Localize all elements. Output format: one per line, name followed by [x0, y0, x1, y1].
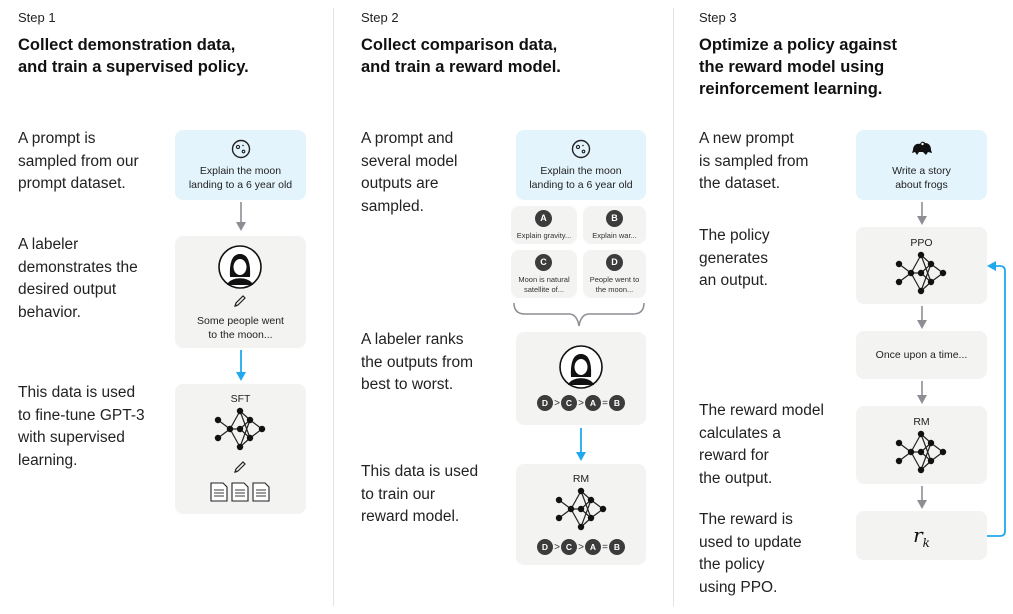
output-box-b: B Explain war... [583, 206, 646, 244]
step3-output-box: Once upon a time... [856, 331, 987, 379]
output-box-c: C Moon is natural satellite of... [511, 250, 577, 298]
rank-operator: > [554, 541, 560, 553]
neural-network-icon [214, 407, 266, 451]
rank-badge: D [537, 395, 553, 411]
step3-prompt-box: Write a story about frogs [856, 130, 987, 200]
rank-badge: B [609, 539, 625, 555]
rank-badge: A [585, 539, 601, 555]
step2-desc-sampled: A prompt and several model outputs are s… [361, 130, 458, 215]
step1-desc-labeler: A labeler demonstrates the desired outpu… [18, 236, 138, 321]
rank-badge: C [561, 395, 577, 411]
step1-demo-text: Some people went to the moon... [197, 315, 284, 341]
step2-arrow [576, 428, 586, 461]
step3-rm-box: RM [856, 406, 987, 484]
step3-arrow-3 [917, 381, 927, 404]
step1-desc-finetune: This data is used to fine-tune GPT-3 wit… [18, 384, 145, 469]
step1-sft-box: SFT [175, 384, 306, 514]
output-badge: B [606, 210, 623, 227]
step1-arrow-1 [236, 202, 246, 231]
reward-r: r [913, 523, 923, 547]
step1-prompt-text: Explain the moon landing to a 6 year old [188, 165, 293, 191]
rank-operator: > [578, 541, 584, 553]
step3-desc-prompt: A new prompt is sampled from the dataset… [699, 130, 809, 192]
rank-operator: = [602, 541, 608, 553]
step2-prompt-text: Explain the moon landing to a 6 year old [529, 165, 633, 191]
brace-icon [513, 302, 645, 327]
rank-badge: B [609, 395, 625, 411]
output-box-d: D People went to the moon... [583, 250, 646, 298]
step2-desc-ranks: A labeler ranks the outputs from best to… [361, 331, 474, 393]
reward-k: k [922, 536, 930, 550]
ranking-row: D > C > A = B [516, 395, 646, 411]
rank-badge: A [585, 395, 601, 411]
step1-label: Step 1 [18, 10, 56, 25]
step2-label: Step 2 [361, 10, 399, 25]
output-text: Explain gravity... [516, 231, 572, 240]
step3-arrow-2 [917, 306, 927, 329]
step3-ppo-box: PPO [856, 227, 987, 304]
documents-icon [210, 482, 270, 502]
output-badge: A [535, 210, 552, 227]
step2-model-label: RM [572, 473, 590, 485]
step2-prompt-box: Explain the moon landing to a 6 year old [516, 130, 646, 200]
step3-arrow-1 [917, 202, 927, 225]
column-divider-1 [333, 8, 334, 606]
rank-operator: > [578, 397, 584, 409]
step3-rm-label: RM [913, 416, 930, 428]
frog-icon [912, 141, 932, 155]
step1-arrow-2 [236, 350, 246, 381]
rank-operator: = [602, 397, 608, 409]
column-divider-2 [673, 8, 674, 606]
step1-title: Collect demonstration data, and train a … [18, 36, 249, 76]
output-text: Moon is natural satellite of... [518, 275, 570, 294]
step1-model-label: SFT [230, 393, 251, 405]
output-text: Explain war... [592, 231, 637, 240]
neural-network-icon [555, 487, 607, 531]
step3-desc-reward-model: The reward model calculates a reward for… [699, 402, 824, 487]
step1-desc-prompt: A prompt is sampled from our prompt data… [18, 130, 139, 192]
output-box-a: A Explain gravity... [511, 206, 577, 244]
step2-labeler-box: D > C > A = B [516, 332, 646, 425]
step3-title: Optimize a policy against the reward mod… [699, 36, 898, 98]
rank-badge: C [561, 539, 577, 555]
rank-badge: D [537, 539, 553, 555]
neural-network-icon [895, 430, 947, 474]
step2-desc-train: This data is used to train our reward mo… [361, 463, 479, 525]
step3-desc-update: The reward is used to update the policy … [699, 511, 802, 596]
labeler-avatar-icon [218, 245, 262, 289]
rank-operator: > [554, 397, 560, 409]
step1-prompt-box: Explain the moon landing to a 6 year old [175, 130, 306, 200]
moon-icon [231, 139, 251, 159]
output-badge: C [535, 254, 552, 271]
step3-output-text: Once upon a time... [875, 349, 968, 361]
step3-arrow-4 [917, 486, 927, 509]
step3-label: Step 3 [699, 10, 737, 25]
step3-desc-policy: The policy generates an output. [699, 227, 770, 289]
pencil-icon [234, 461, 246, 473]
step3-prompt-text: Write a story about frogs [892, 165, 951, 191]
step2-title: Collect comparison data, and train a rew… [361, 36, 561, 76]
neural-network-icon [895, 251, 947, 295]
ranking-row: D > C > A = B [516, 539, 646, 555]
pencil-icon [234, 295, 246, 307]
output-text: People went to the moon... [589, 275, 640, 294]
moon-icon [571, 139, 591, 159]
reward-symbol: rk [856, 523, 987, 550]
labeler-avatar-icon [559, 345, 603, 389]
step3-reward-box: rk [856, 511, 987, 560]
step1-labeler-box: Some people went to the moon... [175, 236, 306, 348]
step3-policy-label: PPO [910, 237, 933, 249]
step2-rm-box: RM D > C > A = B [516, 464, 646, 565]
feedback-loop-arrow [987, 261, 1006, 537]
output-badge: D [606, 254, 623, 271]
